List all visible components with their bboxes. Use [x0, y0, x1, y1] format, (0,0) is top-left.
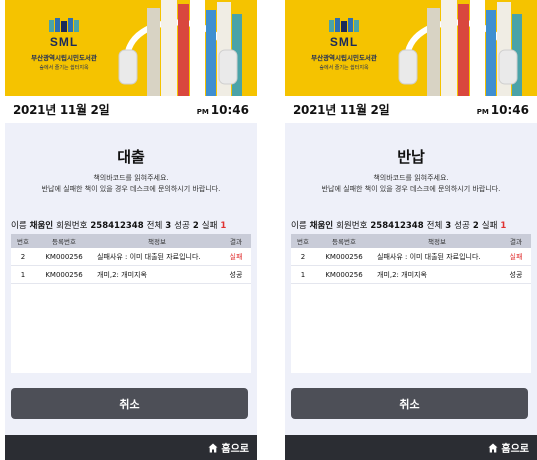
checkout-panel: SML 부산광역시립시민도서관 숲에서 즐기는 쉼터지옥 2021년 11월 2…	[5, 0, 257, 460]
success-count: 2	[472, 221, 479, 231]
row-result: 실패	[229, 252, 243, 261]
page-title: 반납	[397, 148, 425, 166]
row-number: 1	[20, 270, 26, 279]
logo-text: SML	[49, 35, 79, 49]
logo-text: SML	[329, 35, 359, 49]
time-ampm: PM	[196, 107, 209, 116]
member-number: 258412348	[370, 221, 424, 231]
col-result: 결과	[510, 238, 522, 246]
library-logo: SML 부산광역시립시민도서관 숲에서 즐기는 쉼터지옥	[299, 18, 389, 71]
member-label: 회원번호	[56, 221, 88, 231]
fail-count: 1	[500, 221, 507, 231]
row-book-info: 실패사유 : 이미 대출된 자료입니다.	[97, 252, 201, 261]
row-book-info: 개미,2: 개미지옥	[97, 270, 147, 279]
name-value: 채움인	[309, 221, 334, 231]
col-result: 결과	[230, 238, 242, 246]
success-label: 성공	[454, 221, 470, 231]
date-time-bar: 2021년 11월 2일 PM 10:46	[285, 96, 537, 123]
row-registration: KM000256	[45, 252, 83, 261]
library-slogan: 숲에서 즐기는 쉼터지옥	[39, 65, 89, 71]
time-value: 10:46	[210, 102, 249, 117]
home-label: 홈으로	[221, 444, 249, 455]
member-summary: 이름 채움인 회원번호 258412348 전체 3 성공 2 실패 1	[5, 219, 257, 231]
table-row: 2 KM000256 실패사유 : 이미 대출된 자료입니다. 실패	[11, 248, 251, 266]
instruction-line-2: 반납에 실패한 책이 있을 경우 데스크에 문의하시기 바랍니다.	[41, 185, 221, 193]
home-icon	[488, 443, 498, 452]
home-button[interactable]: 홈으로	[5, 435, 257, 460]
instruction-line-1: 책의바코드를 읽혀주세요.	[93, 174, 169, 182]
cancel-button[interactable]: 취소	[11, 388, 248, 419]
row-registration: KM000256	[45, 270, 83, 279]
library-name: 부산광역시립시민도서관	[31, 54, 97, 62]
table-row: 1 KM000256 개미,2: 개미지옥 성공	[11, 266, 251, 284]
row-number: 2	[300, 252, 306, 261]
row-number: 1	[300, 270, 306, 279]
total-label: 전체	[426, 221, 443, 231]
member-label: 회원번호	[336, 221, 368, 231]
page-title: 대출	[117, 148, 145, 166]
books-headphones-illustration	[398, 0, 522, 96]
name-value: 채움인	[29, 221, 54, 231]
row-book-info: 실패사유 : 이미 대출된 자료입니다.	[377, 252, 481, 261]
row-result: 성공	[509, 270, 523, 279]
col-registration: 등록번호	[332, 238, 356, 246]
library-slogan: 숲에서 즐기는 쉼터지옥	[319, 65, 369, 71]
col-book-info: 책정보	[428, 238, 446, 246]
banner: SML 부산광역시립시민도서관 숲에서 즐기는 쉼터지옥	[285, 0, 537, 96]
total-count: 3	[445, 221, 452, 231]
row-book-info: 개미,2: 개미지옥	[377, 270, 427, 279]
books-headphones-illustration	[118, 0, 242, 96]
book-logo-icon	[49, 18, 79, 32]
time-value: 10:46	[490, 102, 529, 117]
return-panel: SML 부산광역시립시민도서관 숲에서 즐기는 쉼터지옥 2021년 11월 2…	[285, 0, 537, 460]
instruction-line-2: 반납에 실패한 책이 있을 경우 데스크에 문의하시기 바랍니다.	[321, 185, 501, 193]
book-logo-icon	[329, 18, 359, 32]
row-result: 실패	[509, 252, 523, 261]
total-label: 전체	[146, 221, 163, 231]
col-number: 번호	[297, 238, 309, 246]
cancel-button[interactable]: 취소	[291, 388, 528, 419]
col-book-info: 책정보	[148, 238, 166, 246]
instruction-message: 책의바코드를 읽혀주세요. 반납에 실패한 책이 있을 경우 데스크에 문의하시…	[5, 173, 257, 195]
success-count: 2	[192, 221, 199, 231]
instruction-message: 책의바코드를 읽혀주세요. 반납에 실패한 책이 있을 경우 데스크에 문의하시…	[285, 173, 537, 195]
home-button[interactable]: 홈으로	[285, 435, 537, 460]
library-logo: SML 부산광역시립시민도서관 숲에서 즐기는 쉼터지옥	[19, 18, 109, 71]
row-number: 2	[20, 252, 26, 261]
name-label: 이름	[291, 221, 307, 231]
library-name: 부산광역시립시민도서관	[311, 54, 377, 62]
total-count: 3	[165, 221, 172, 231]
banner: SML 부산광역시립시민도서관 숲에서 즐기는 쉼터지옥	[5, 0, 257, 96]
instruction-line-1: 책의바코드를 읽혀주세요.	[373, 174, 449, 182]
current-time: PM 10:46	[477, 103, 529, 117]
member-summary: 이름 채움인 회원번호 258412348 전체 3 성공 2 실패 1	[285, 219, 537, 231]
row-registration: KM000256	[325, 270, 363, 279]
date-time-bar: 2021년 11월 2일 PM 10:46	[5, 96, 257, 123]
current-date: 2021년 11월 2일	[293, 103, 390, 117]
table-header: 번호 등록번호 책정보 결과	[291, 234, 531, 248]
row-result: 성공	[229, 270, 243, 279]
time-ampm: PM	[476, 107, 489, 116]
col-registration: 등록번호	[52, 238, 76, 246]
home-icon	[208, 443, 218, 452]
home-label: 홈으로	[501, 444, 529, 455]
col-number: 번호	[17, 238, 29, 246]
result-table: 번호 등록번호 책정보 결과 2 KM000256 실패사유 : 이미 대출된 …	[291, 234, 531, 373]
current-time: PM 10:46	[197, 103, 249, 117]
result-table: 번호 등록번호 책정보 결과 2 KM000256 실패사유 : 이미 대출된 …	[11, 234, 251, 373]
current-date: 2021년 11월 2일	[13, 103, 110, 117]
member-number: 258412348	[90, 221, 144, 231]
fail-label: 실패	[481, 221, 498, 231]
success-label: 성공	[174, 221, 190, 231]
fail-label: 실패	[201, 221, 218, 231]
row-registration: KM000256	[325, 252, 363, 261]
table-row: 2 KM000256 실패사유 : 이미 대출된 자료입니다. 실패	[291, 248, 531, 266]
table-row: 1 KM000256 개미,2: 개미지옥 성공	[291, 266, 531, 284]
name-label: 이름	[11, 221, 27, 231]
table-header: 번호 등록번호 책정보 결과	[11, 234, 251, 248]
fail-count: 1	[220, 221, 227, 231]
